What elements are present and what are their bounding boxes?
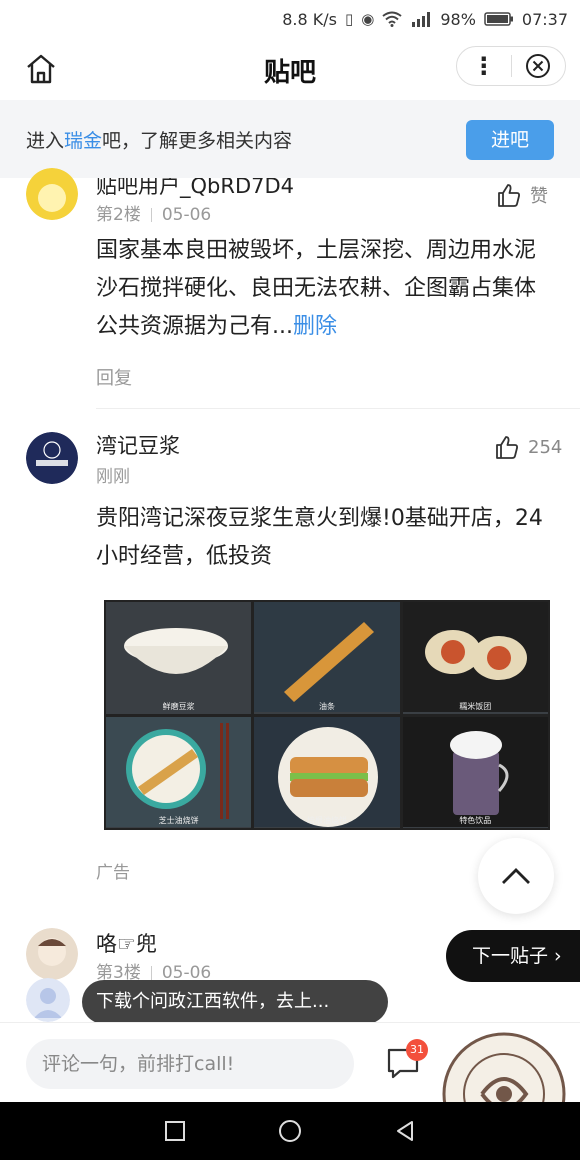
clock: 07:37 — [521, 9, 568, 29]
image-caption: 鲜磨豆浆 — [162, 701, 195, 711]
back-icon[interactable] — [393, 1119, 417, 1143]
banner-text: 进入瑞金吧，了解更多相关内容 — [26, 126, 292, 153]
floor-label: 第2楼 — [96, 205, 141, 225]
avatar[interactable] — [26, 928, 78, 980]
delete-link[interactable]: 删除 — [293, 314, 337, 339]
username[interactable]: 咯☞兜 — [96, 928, 157, 958]
more-icon[interactable]: ⋮ — [457, 46, 511, 86]
username[interactable]: 湾记豆浆 — [96, 430, 180, 460]
thumbs-up-icon — [498, 184, 520, 207]
ad-label: 广告 — [96, 863, 130, 883]
image-caption: 芝士油烧饼 — [158, 816, 199, 825]
back-to-top-button[interactable] — [478, 838, 554, 914]
ad-image-rice-ball[interactable]: 糯米饭团 — [402, 602, 548, 714]
screen: 8.8 K/s ▯ ◉ 98% 07:37 贴吧 ⋮ 进入瑞金吧，了解更多相关内… — [0, 0, 580, 1160]
post-body: 国家基本良田被毁坏，土层深挖、周边用水泥沙石搅拌硬化、良田无法农耕、企图霸占集体… — [96, 232, 556, 346]
reply-button[interactable]: 回复 — [96, 364, 132, 390]
banner-prefix: 进入 — [26, 130, 65, 152]
wifi-icon — [382, 11, 402, 27]
ad-image-soy-milk[interactable]: 鲜磨豆浆 — [106, 602, 252, 714]
comment-count-badge: 31 — [406, 1039, 428, 1061]
thumbs-up-icon — [496, 436, 518, 459]
like-count: 254 — [528, 436, 563, 458]
ad-image-youtiao[interactable]: 油条 — [254, 602, 400, 714]
ad-image-bacon-bing[interactable]: 培根油烧饼 — [254, 716, 400, 828]
avatar[interactable] — [26, 168, 78, 220]
brand-avatar[interactable] — [26, 432, 78, 484]
menu-capsule: ⋮ — [456, 46, 566, 86]
image-caption: 油条 — [318, 701, 335, 711]
close-icon — [526, 54, 551, 78]
next-post-button[interactable]: 下一贴子 › — [446, 930, 580, 982]
toast-message[interactable]: 下载个问政江西软件，去上... — [82, 980, 388, 1024]
banner-suffix: 吧，了解更多相关内容 — [102, 130, 293, 152]
battery-icon — [484, 12, 513, 26]
like-button[interactable]: 赞 — [496, 182, 548, 208]
recents-icon[interactable] — [163, 1119, 187, 1143]
comment-input[interactable]: 评论一句，前排打call! — [26, 1039, 354, 1089]
ad-image-drink[interactable]: 特色饮品 — [402, 716, 548, 828]
post-meta: 第2楼 05-06 — [96, 200, 211, 225]
home-circle-icon[interactable] — [277, 1118, 303, 1144]
bar-banner: 进入瑞金吧，了解更多相关内容 进吧 — [0, 100, 580, 178]
image-caption: 糯米饭团 — [459, 701, 492, 711]
system-nav-bar — [0, 1102, 580, 1160]
image-caption: 培根油烧饼 — [306, 816, 347, 825]
post-body: 贵阳湾记深夜豆浆生意火到爆!0基础开店，24小时经营，低投资 — [96, 506, 543, 569]
avatar[interactable] — [26, 978, 70, 1022]
like-button[interactable]: 254 — [494, 434, 562, 460]
status-bar: 8.8 K/s ▯ ◉ 98% 07:37 — [0, 0, 580, 38]
eye-icon: ◉ — [361, 10, 375, 28]
like-label: 赞 — [530, 186, 548, 207]
net-speed: 8.8 K/s — [282, 9, 337, 29]
post-date: 05-06 — [161, 205, 212, 225]
ad-image-grid[interactable]: 鲜磨豆浆 油条 糯米饭团 芝士油烧饼 培根油烧饼 特色饮品 — [104, 600, 550, 830]
nav-bar: 贴吧 ⋮ — [0, 38, 580, 100]
ad-image-cheese-bing[interactable]: 芝士油烧饼 — [106, 716, 252, 828]
post-time: 刚刚 — [96, 467, 130, 487]
close-button[interactable] — [511, 53, 565, 79]
vibrate-icon: ▯ — [344, 10, 354, 28]
image-caption: 特色饮品 — [459, 816, 492, 825]
divider — [96, 408, 580, 409]
enter-bar-button[interactable]: 进吧 — [466, 120, 554, 160]
chevron-up-icon — [502, 868, 530, 884]
signal-icon — [412, 12, 431, 27]
battery-percent: 98% — [440, 9, 476, 29]
bar-name-link[interactable]: 瑞金 — [64, 130, 102, 152]
